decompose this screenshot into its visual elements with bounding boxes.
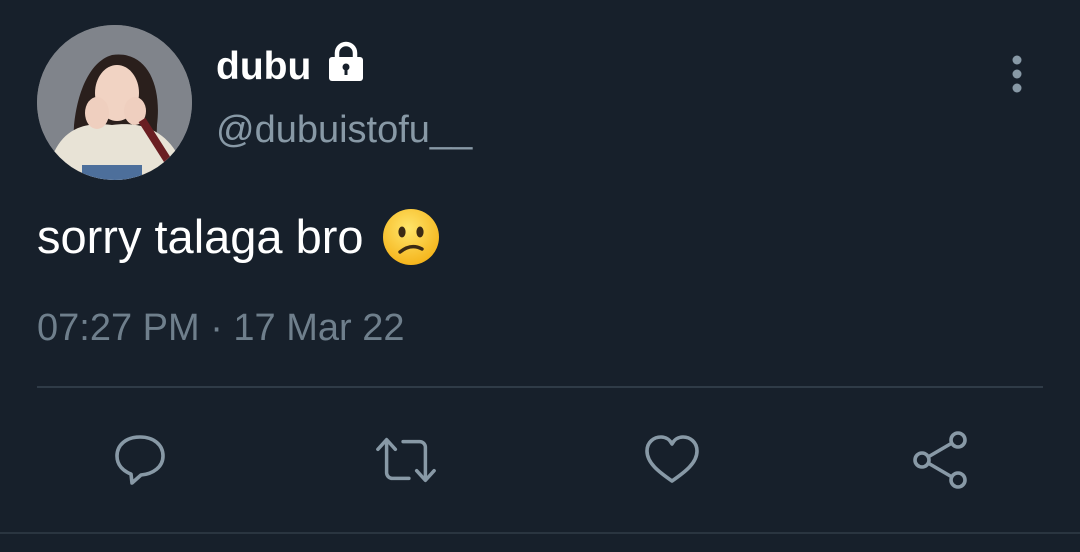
- bottom-divider: [0, 532, 1080, 534]
- reply-button[interactable]: [108, 428, 172, 492]
- retweet-icon: [376, 437, 436, 483]
- display-name[interactable]: dubu: [216, 44, 311, 90]
- lock-icon: [325, 40, 367, 87]
- retweet-button[interactable]: [374, 428, 438, 492]
- share-icon: [913, 431, 967, 489]
- tweet-text: sorry talaga bro: [37, 208, 440, 266]
- tweet-detail: dubu @dubuistofu__ sorry talaga bro 07:2…: [0, 0, 1080, 552]
- more-vertical-icon[interactable]: [1004, 54, 1030, 96]
- like-button[interactable]: [640, 428, 704, 492]
- tweet-text-content: sorry talaga bro: [37, 210, 364, 263]
- user-handle[interactable]: @dubuistofu__: [216, 107, 472, 153]
- share-button[interactable]: [908, 428, 972, 492]
- heart-icon: [645, 435, 699, 483]
- avatar[interactable]: [37, 25, 192, 180]
- confused-face-emoji: [382, 208, 440, 266]
- tweet-timestamp[interactable]: 07:27 PM · 17 Mar 22: [37, 306, 405, 350]
- avatar-photo: [37, 25, 192, 180]
- reply-icon: [115, 435, 165, 485]
- divider: [37, 386, 1043, 388]
